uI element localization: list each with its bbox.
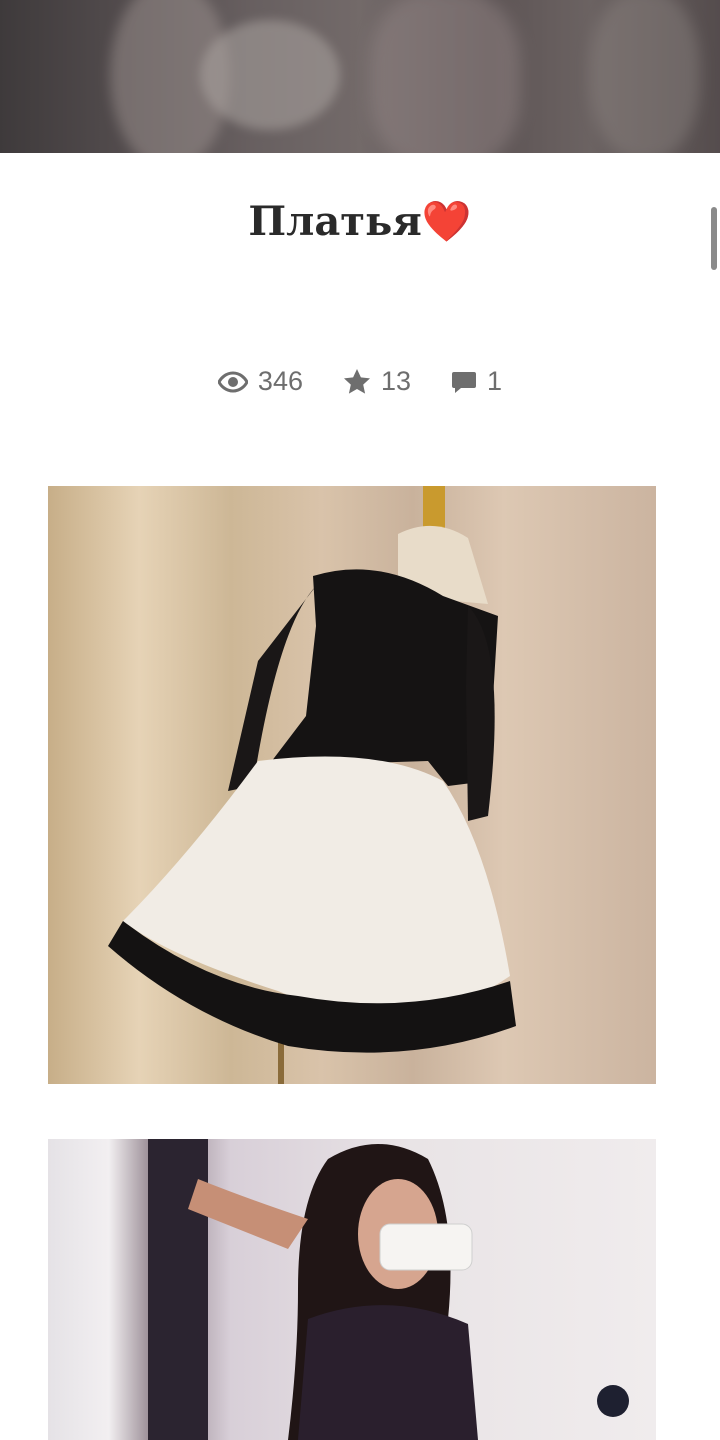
eye-icon [217,370,248,393]
stars-count: 13 [380,366,412,396]
comment-icon[interactable] [451,369,477,395]
views-stat: 346 [217,366,303,397]
star-icon[interactable] [343,368,371,395]
comments-stat[interactable]: 1 [451,366,502,397]
dress-on-mannequin-image [108,486,516,1084]
selfie-photo-image [148,1139,629,1440]
post-photo[interactable] [48,486,656,1084]
comments-count: 1 [487,366,503,396]
post-photo[interactable] [48,1139,656,1440]
cover-image [0,0,720,153]
post-title-text: Платья [248,198,422,245]
views-count: 346 [257,366,303,396]
scrollbar[interactable] [711,207,717,270]
heart-emoji-icon: ❤️ [421,198,472,245]
post-title: Платья❤️ [0,198,720,245]
post-stats: 346 13 1 [0,366,720,397]
stars-stat[interactable]: 13 [343,366,411,397]
